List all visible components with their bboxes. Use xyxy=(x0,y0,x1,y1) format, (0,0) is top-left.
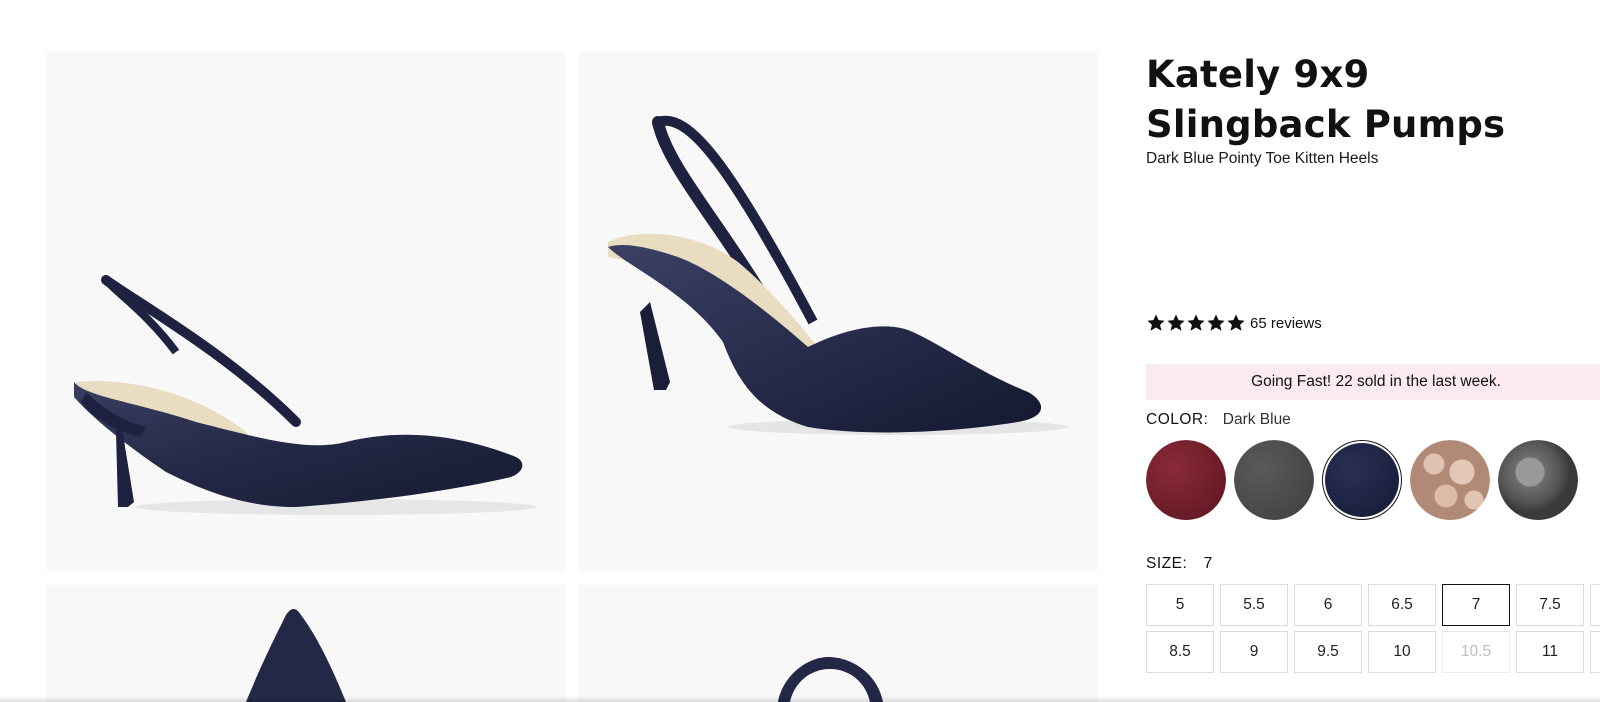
rating-row[interactable]: 65 reviews xyxy=(1146,313,1322,333)
product-image-angle[interactable] xyxy=(578,52,1098,571)
swatch-burgundy[interactable] xyxy=(1146,440,1226,520)
swatch-snake-beige[interactable] xyxy=(1410,440,1490,520)
selected-color: Dark Blue xyxy=(1222,411,1291,428)
color-label-row: COLOR: Dark Blue xyxy=(1146,411,1291,429)
size-option[interactable]: 10 xyxy=(1368,631,1436,673)
swatch-dark-blue[interactable] xyxy=(1322,440,1402,520)
star-icon xyxy=(1187,314,1205,331)
swatch-charcoal[interactable] xyxy=(1234,440,1314,520)
shoe-back-view-image xyxy=(778,657,883,702)
size-option[interactable]: 8.5 xyxy=(1146,631,1214,673)
size-option[interactable]: 9 xyxy=(1220,631,1288,673)
size-option-overflow[interactable] xyxy=(1590,584,1600,626)
color-swatches xyxy=(1146,440,1586,520)
size-row-1: 5 5.5 6 6.5 7 7.5 xyxy=(1146,584,1600,626)
product-subtitle: Dark Blue Pointy Toe Kitten Heels xyxy=(1146,150,1379,167)
size-option[interactable]: 5 xyxy=(1146,584,1214,626)
product-image-side[interactable] xyxy=(46,52,566,571)
size-option[interactable]: 6 xyxy=(1294,584,1362,626)
product-image-back[interactable] xyxy=(578,585,1098,702)
product-image-top[interactable] xyxy=(46,585,566,702)
product-title: Kately 9x9 Slingback Pumps xyxy=(1146,53,1506,146)
selected-size: 7 xyxy=(1203,555,1213,572)
star-icon xyxy=(1167,314,1185,331)
star-icon xyxy=(1147,314,1165,331)
reviews-link[interactable]: 65 reviews xyxy=(1250,315,1322,332)
swatch-grey-patent[interactable] xyxy=(1498,440,1578,520)
size-row-2: 8.5 9 9.5 10 10.5 11 xyxy=(1146,631,1600,673)
size-option-unavailable[interactable]: 10.5 xyxy=(1442,631,1510,673)
shoe-side-view-image xyxy=(74,275,536,515)
size-option-selected[interactable]: 7 xyxy=(1442,584,1510,626)
size-option-overflow[interactable] xyxy=(1590,631,1600,673)
size-option[interactable]: 11 xyxy=(1516,631,1584,673)
page-fold-shadow xyxy=(0,696,1600,702)
size-option[interactable]: 9.5 xyxy=(1294,631,1362,673)
star-icon xyxy=(1227,314,1245,331)
size-option[interactable]: 5.5 xyxy=(1220,584,1288,626)
shoe-toe-view-image xyxy=(246,609,346,702)
shoe-angle-view-image xyxy=(608,115,1068,435)
size-grid: 5 5.5 6 6.5 7 7.5 8.5 9 9.5 10 10.5 11 xyxy=(1146,584,1600,678)
product-info-panel: Kately 9x9 Slingback Pumps Dark Blue Poi… xyxy=(1146,0,1600,702)
color-label: COLOR: xyxy=(1146,411,1209,428)
size-label-row: SIZE: 7 xyxy=(1146,555,1212,573)
star-icon xyxy=(1207,314,1225,331)
star-rating xyxy=(1146,313,1246,333)
size-label: SIZE: xyxy=(1146,555,1188,572)
size-option[interactable]: 7.5 xyxy=(1516,584,1584,626)
size-option[interactable]: 6.5 xyxy=(1368,584,1436,626)
urgency-banner: Going Fast! 22 sold in the last week. xyxy=(1146,364,1600,400)
